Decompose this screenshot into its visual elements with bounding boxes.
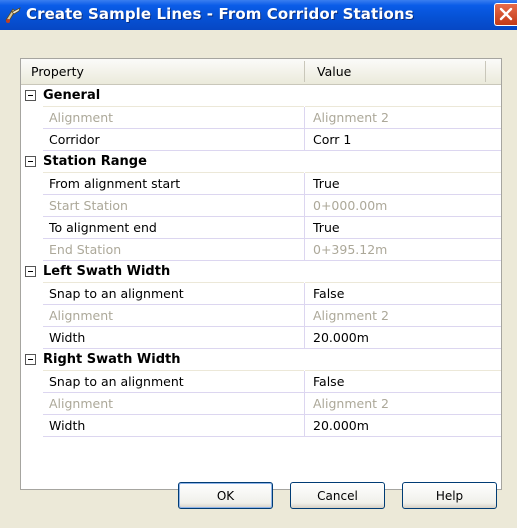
row-gutter — [21, 305, 43, 327]
property-name: Start Station — [49, 198, 128, 213]
row-gutter — [21, 195, 43, 217]
property-name: To alignment end — [49, 220, 157, 235]
collapse-icon[interactable] — [25, 266, 36, 277]
row-gutter — [21, 217, 43, 239]
column-header-property[interactable]: Property — [31, 59, 84, 84]
property-value[interactable]: True — [313, 217, 340, 239]
row-gutter — [21, 415, 43, 437]
column-divider-end — [485, 61, 486, 82]
category-value-cell — [305, 349, 501, 371]
dialog-client-area: Property Value General Alignment Alignment… — [0, 30, 517, 528]
category-row[interactable]: Left Swath Width — [21, 261, 501, 283]
title-bar[interactable]: Create Sample Lines - From Corridor Stat… — [0, 0, 517, 30]
property-row[interactable]: Snap to an alignment False — [21, 371, 501, 393]
property-row[interactable]: Alignment Alignment 2 — [21, 305, 501, 327]
property-value: Alignment 2 — [313, 308, 389, 323]
category-value-cell — [305, 85, 501, 107]
property-value[interactable]: 20.000m — [313, 327, 369, 349]
grid-header: Property Value — [21, 59, 501, 85]
category-row[interactable]: General — [21, 85, 501, 107]
property-grid[interactable]: Property Value General Alignment Alignment… — [20, 58, 502, 490]
category-label: General — [43, 88, 101, 103]
category-row[interactable]: Station Range — [21, 151, 501, 173]
app-icon — [5, 7, 21, 23]
window-title: Create Sample Lines - From Corridor Stat… — [26, 5, 414, 23]
collapse-icon[interactable] — [25, 156, 36, 167]
property-name: Corridor — [49, 132, 100, 147]
row-gutter — [21, 283, 43, 305]
property-row[interactable]: Start Station 0+000.00m — [21, 195, 501, 217]
property-value: 0+395.12m — [313, 242, 388, 257]
property-row[interactable]: Alignment Alignment 2 — [21, 107, 501, 129]
property-name: From alignment start — [49, 176, 181, 191]
property-value[interactable]: True — [313, 173, 340, 195]
property-name: Snap to an alignment — [49, 374, 184, 389]
property-row[interactable]: End Station 0+395.12m — [21, 239, 501, 261]
category-value-cell — [305, 261, 501, 283]
property-value[interactable]: 20.000m — [313, 415, 369, 437]
category-row[interactable]: Right Swath Width — [21, 349, 501, 371]
property-value: Alignment 2 — [313, 396, 389, 411]
property-row[interactable]: Snap to an alignment False — [21, 283, 501, 305]
property-row[interactable]: From alignment start True — [21, 173, 501, 195]
category-label: Station Range — [43, 154, 147, 169]
column-divider[interactable] — [304, 61, 305, 82]
property-value[interactable]: False — [313, 283, 344, 305]
category-label: Right Swath Width — [43, 352, 181, 367]
property-value: Alignment 2 — [313, 110, 389, 125]
property-value: 0+000.00m — [313, 198, 388, 213]
row-gutter — [21, 129, 43, 151]
row-gutter — [21, 371, 43, 393]
column-header-value[interactable]: Value — [317, 59, 351, 84]
property-row[interactable]: Alignment Alignment 2 — [21, 393, 501, 415]
property-row[interactable]: To alignment end True — [21, 217, 501, 239]
close-icon — [499, 7, 513, 21]
property-name: Width — [49, 418, 86, 433]
property-name: Alignment — [49, 110, 114, 125]
collapse-icon[interactable] — [25, 90, 36, 101]
help-button[interactable]: Help — [402, 482, 497, 509]
category-value-cell — [305, 151, 501, 173]
row-gutter — [21, 173, 43, 195]
property-value[interactable]: False — [313, 371, 344, 393]
property-row[interactable]: Corridor Corr 1 — [21, 129, 501, 151]
row-gutter — [21, 393, 43, 415]
ok-button[interactable]: OK — [178, 482, 273, 509]
collapse-icon[interactable] — [25, 354, 36, 365]
row-gutter — [21, 239, 43, 261]
property-row[interactable]: Width 20.000m — [21, 327, 501, 349]
row-gutter — [21, 107, 43, 129]
property-name: Snap to an alignment — [49, 286, 184, 301]
category-label: Left Swath Width — [43, 264, 171, 279]
property-name: Width — [49, 330, 86, 345]
row-gutter — [21, 327, 43, 349]
property-value[interactable]: Corr 1 — [313, 129, 351, 151]
property-name: Alignment — [49, 308, 114, 323]
property-row[interactable]: Width 20.000m — [21, 415, 501, 437]
close-button[interactable] — [494, 3, 517, 26]
property-name: Alignment — [49, 396, 114, 411]
property-name: End Station — [49, 242, 122, 257]
cancel-button[interactable]: Cancel — [290, 482, 385, 509]
